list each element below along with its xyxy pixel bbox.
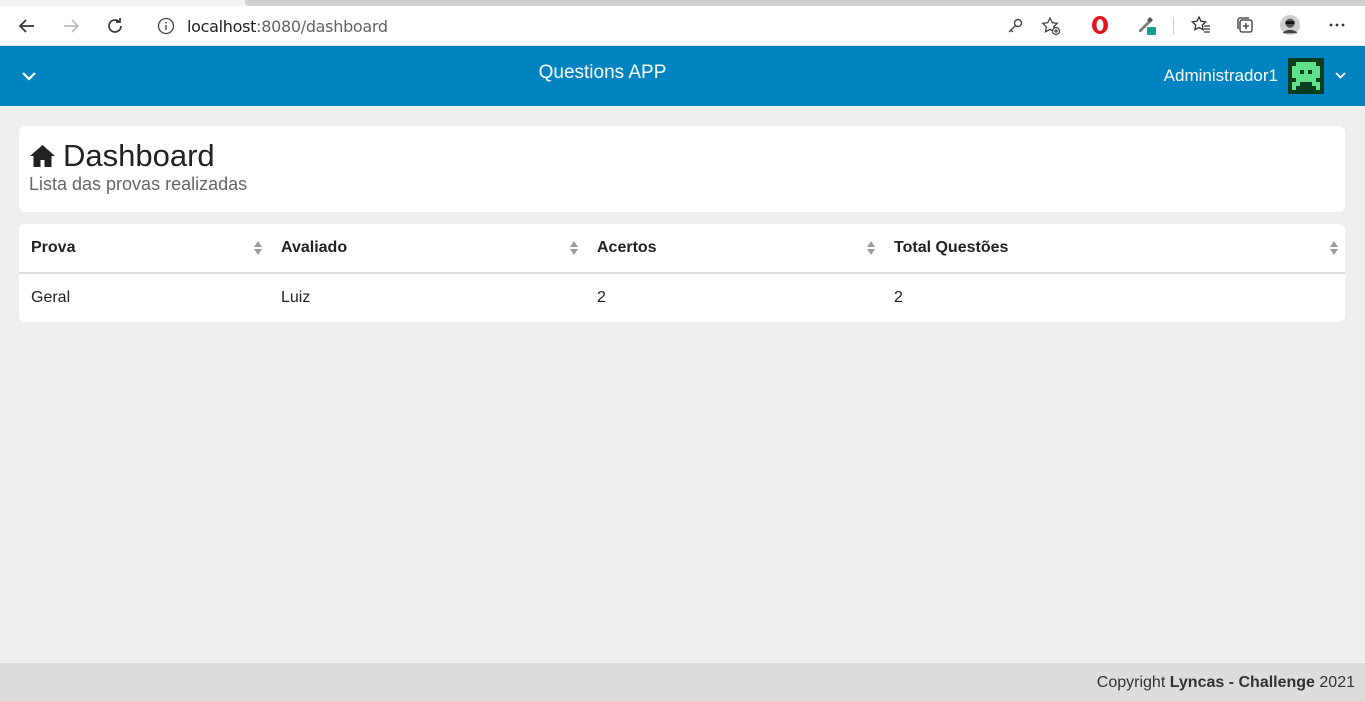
user-avatar[interactable] <box>1288 58 1324 94</box>
user-name[interactable]: Administrador1 <box>1164 66 1278 86</box>
column-header-label: Total Questões <box>894 239 1009 256</box>
column-header-prova[interactable]: Prova <box>19 224 269 274</box>
table-header-row: Prova Avaliado Acertos Total Questões <box>19 224 1345 274</box>
collections-icon[interactable] <box>1234 14 1256 36</box>
cell-total-questoes: 2 <box>894 288 903 306</box>
key-icon[interactable] <box>1005 16 1025 36</box>
dropper-extension-icon[interactable] <box>1135 14 1157 36</box>
results-table-card: Prova Avaliado Acertos Total Questões Ge… <box>19 224 1345 322</box>
app-title: Questions APP <box>538 62 667 83</box>
column-header-avaliado[interactable]: Avaliado <box>269 224 585 274</box>
column-header-label: Avaliado <box>281 239 348 256</box>
copyright-brand: Lyncas - Challenge <box>1169 674 1315 691</box>
dashboard-header-card: Dashboard Lista das provas realizadas <box>19 126 1345 212</box>
arrow-left-icon <box>18 19 34 33</box>
tab-strip <box>0 0 1365 6</box>
opera-extension-icon[interactable] <box>1089 14 1111 36</box>
copyright-year: 2021 <box>1314 674 1355 691</box>
tab-edge <box>245 0 1365 6</box>
arrow-right-icon <box>64 19 80 33</box>
reload-icon <box>108 18 122 33</box>
page-subtitle: Lista das provas realizadas <box>29 174 248 194</box>
user-menu-chevron-icon[interactable] <box>1334 69 1347 82</box>
page-title: Dashboard <box>29 138 215 174</box>
table-row[interactable]: Geral Luiz 2 2 <box>19 273 1345 321</box>
app-header: Questions APP Administrador1 <box>0 46 1365 106</box>
more-options-icon[interactable] <box>1326 14 1348 36</box>
cell-acertos: 2 <box>597 288 606 306</box>
forward-button[interactable] <box>58 13 84 39</box>
toolbar-separator <box>1173 17 1174 35</box>
cell-prova: Geral <box>31 288 71 306</box>
url-host: localhost <box>187 17 257 36</box>
browser-toolbar: localhost:8080/dashboard <box>0 0 1365 46</box>
copyright-prefix: Copyright <box>1096 674 1170 691</box>
info-icon[interactable] <box>157 17 175 35</box>
add-favorite-icon[interactable] <box>1041 16 1061 36</box>
sort-icon[interactable] <box>569 240 579 256</box>
home-icon <box>30 145 55 167</box>
sort-icon[interactable] <box>253 240 263 256</box>
column-header-label: Prova <box>31 239 76 256</box>
sort-icon[interactable] <box>1329 240 1339 256</box>
copyright-text: Copyright Lyncas - Challenge 2021 <box>1097 674 1355 692</box>
address-bar[interactable]: localhost:8080/dashboard <box>143 9 1072 43</box>
column-header-acertos[interactable]: Acertos <box>585 224 882 274</box>
favorites-icon[interactable] <box>1190 14 1212 36</box>
column-header-label: Acertos <box>597 239 657 256</box>
results-table: Prova Avaliado Acertos Total Questões Ge… <box>19 224 1345 321</box>
profile-avatar-icon[interactable] <box>1279 14 1301 36</box>
column-header-total-questoes[interactable]: Total Questões <box>882 224 1345 274</box>
url-path: :8080/dashboard <box>256 17 388 36</box>
url-text[interactable]: localhost:8080/dashboard <box>187 17 388 36</box>
page-title-text: Dashboard <box>63 138 215 173</box>
back-button[interactable] <box>14 13 40 39</box>
reload-button[interactable] <box>102 13 128 39</box>
sort-icon[interactable] <box>866 240 876 256</box>
cell-avaliado: Luiz <box>281 288 311 306</box>
footer: Copyright Lyncas - Challenge 2021 <box>0 663 1365 701</box>
